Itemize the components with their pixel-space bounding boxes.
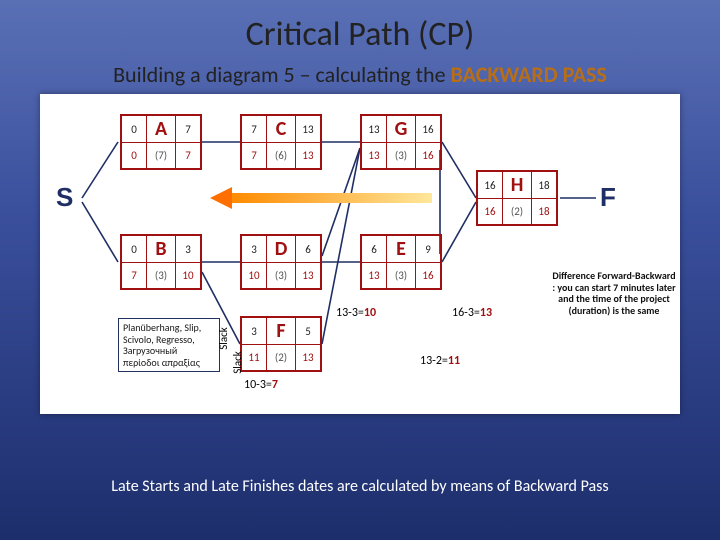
C-es: 7 xyxy=(242,116,266,142)
backward-arrow xyxy=(210,187,432,209)
subtitle-backward: BACKWARD PASS xyxy=(451,61,607,88)
footer-text: Late Starts and Late Finishes dates are … xyxy=(0,477,720,496)
node-B: 0 B 3 7 (3) 10 xyxy=(120,234,202,290)
E-name: E xyxy=(386,236,416,262)
arrow-shaft xyxy=(230,193,432,203)
slack-label-2: Slack xyxy=(231,351,244,374)
G-es: 13 xyxy=(362,116,386,142)
F-lf: 13 xyxy=(296,344,320,370)
A-lf: 7 xyxy=(176,142,200,168)
B-dur: (3) xyxy=(146,262,176,288)
finish-node: F xyxy=(600,182,616,213)
B-lf: 10 xyxy=(176,262,200,288)
node-F: 3 F 5 11 (2) 13 xyxy=(240,316,322,372)
G-name: G xyxy=(386,116,416,142)
subtitle-text: Building a diagram 5 – calculating the xyxy=(113,61,450,88)
D-ls: 10 xyxy=(242,262,266,288)
diagram-canvas: S F 0 A 7 0 (7) 7 7 C 13 7 (6) 13 13 xyxy=(40,94,680,414)
E-dur: (3) xyxy=(386,262,416,288)
calc-D: 13-3=10 xyxy=(336,306,376,320)
C-lf: 13 xyxy=(296,142,320,168)
calc-E-lhs: 16-3= xyxy=(452,306,480,320)
calc-E: 16-3=13 xyxy=(452,306,492,320)
D-dur: (3) xyxy=(266,262,296,288)
calc-D-r: 10 xyxy=(364,306,376,320)
slide-subtitle: Building a diagram 5 – calculating the B… xyxy=(0,61,720,88)
E-ef: 9 xyxy=(416,236,440,262)
node-A: 0 A 7 0 (7) 7 xyxy=(120,114,202,170)
A-ls: 0 xyxy=(122,142,146,168)
C-name: C xyxy=(266,116,296,142)
arrow-head-icon xyxy=(210,187,232,209)
slack-synonyms-box: Planüberhang, Slip, Scivolo, Regresso, З… xyxy=(118,318,220,372)
H-ef: 18 xyxy=(532,172,556,198)
start-node: S xyxy=(56,182,73,213)
A-ef: 7 xyxy=(176,116,200,142)
C-ls: 7 xyxy=(242,142,266,168)
B-ef: 3 xyxy=(176,236,200,262)
calc-B: 10-3=7 xyxy=(244,378,278,392)
F-ls: 11 xyxy=(242,344,266,370)
calc-B-r: 7 xyxy=(272,378,278,392)
G-ef: 16 xyxy=(416,116,440,142)
node-H: 16 H 18 16 (2) 18 xyxy=(476,170,558,226)
F-dur: (2) xyxy=(266,344,296,370)
F-ef: 5 xyxy=(296,318,320,344)
calc-D-lhs: 13-3= xyxy=(336,306,364,320)
node-E: 6 E 9 13 (3) 16 xyxy=(360,234,442,290)
calc-E-r: 13 xyxy=(480,306,492,320)
F-name: F xyxy=(266,318,296,344)
node-C: 7 C 13 7 (6) 13 xyxy=(240,114,322,170)
A-dur: (7) xyxy=(146,142,176,168)
slide-title: Critical Path (CP) xyxy=(0,0,720,61)
B-ls: 7 xyxy=(122,262,146,288)
H-dur: (2) xyxy=(502,198,532,224)
F-es: 3 xyxy=(242,318,266,344)
B-es: 0 xyxy=(122,236,146,262)
A-name: A xyxy=(146,116,176,142)
H-es: 16 xyxy=(478,172,502,198)
calc-F-lhs: 13-2= xyxy=(420,354,448,368)
node-D: 3 D 6 10 (3) 13 xyxy=(240,234,322,290)
G-ls: 13 xyxy=(362,142,386,168)
H-name: H xyxy=(502,172,532,198)
H-ls: 16 xyxy=(478,198,502,224)
D-lf: 13 xyxy=(296,262,320,288)
diagram-container: S F 0 A 7 0 (7) 7 7 C 13 7 (6) 13 13 xyxy=(40,94,680,414)
D-es: 3 xyxy=(242,236,266,262)
node-G: 13 G 16 13 (3) 16 xyxy=(360,114,442,170)
difference-note: Difference Forward-Backward : you can st… xyxy=(548,266,680,320)
E-es: 6 xyxy=(362,236,386,262)
B-name: B xyxy=(146,236,176,262)
E-ls: 13 xyxy=(362,262,386,288)
C-ef: 13 xyxy=(296,116,320,142)
E-lf: 16 xyxy=(416,262,440,288)
calc-B-lhs: 10-3= xyxy=(244,378,272,392)
slack-label-1: Slack xyxy=(217,327,230,350)
H-lf: 18 xyxy=(532,198,556,224)
calc-F: 13-2=11 xyxy=(420,354,460,368)
C-dur: (6) xyxy=(266,142,296,168)
G-lf: 16 xyxy=(416,142,440,168)
D-ef: 6 xyxy=(296,236,320,262)
calc-F-r: 11 xyxy=(448,354,460,368)
G-dur: (3) xyxy=(386,142,416,168)
A-es: 0 xyxy=(122,116,146,142)
D-name: D xyxy=(266,236,296,262)
